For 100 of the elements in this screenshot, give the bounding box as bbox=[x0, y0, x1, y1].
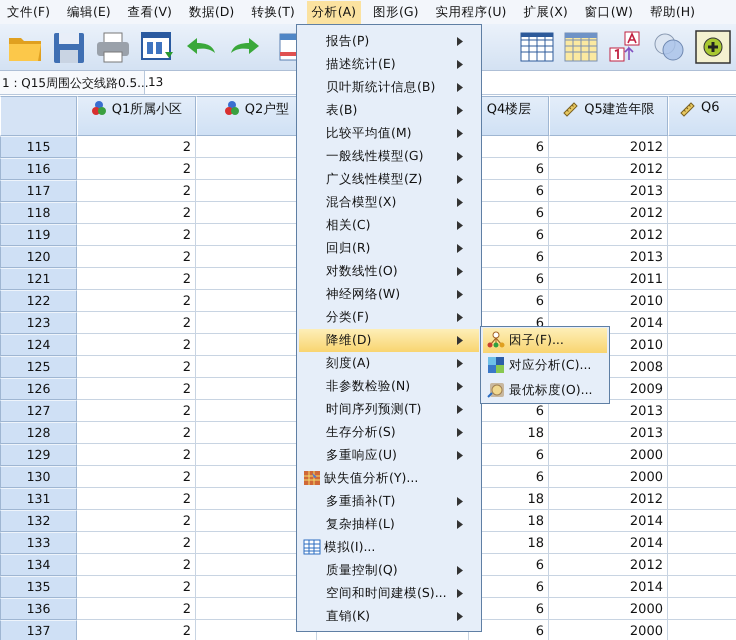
table-cell: 2 bbox=[77, 422, 196, 444]
row-number[interactable]: 124 bbox=[0, 334, 77, 356]
menu-item[interactable]: 图形(G) bbox=[368, 0, 424, 24]
submenu-arrow-icon bbox=[457, 428, 463, 437]
row-number[interactable]: 126 bbox=[0, 378, 77, 400]
row-number[interactable]: 134 bbox=[0, 554, 77, 576]
submenu-arrow-icon bbox=[457, 37, 463, 46]
add-icon[interactable] bbox=[695, 30, 731, 64]
row-number[interactable]: 127 bbox=[0, 400, 77, 422]
table-cell: 2 bbox=[77, 378, 196, 400]
column-header[interactable]: Q1所属小区 bbox=[77, 96, 196, 136]
nominal-icon bbox=[90, 100, 107, 116]
row-number[interactable]: 128 bbox=[0, 422, 77, 444]
grid-icon[interactable] bbox=[563, 30, 599, 64]
menu-item[interactable]: 非参数检验(N) bbox=[299, 375, 479, 398]
menu-item[interactable]: 贝叶斯统计信息(B) bbox=[299, 76, 479, 99]
menu-item[interactable]: 扩展(X) bbox=[518, 0, 573, 24]
table-cell: 2 bbox=[77, 444, 196, 466]
table-cell: 2000 bbox=[549, 598, 668, 620]
submenu-arrow-icon bbox=[457, 175, 463, 184]
submenu-arrow-icon bbox=[457, 106, 463, 115]
row-number[interactable]: 133 bbox=[0, 532, 77, 554]
submenu-arrow-icon bbox=[457, 336, 463, 345]
table-cell: 2 bbox=[77, 532, 196, 554]
row-number[interactable]: 135 bbox=[0, 576, 77, 598]
row-number[interactable]: 132 bbox=[0, 510, 77, 532]
submenu-arrow-icon bbox=[457, 198, 463, 207]
menu-item[interactable]: 文件(F) bbox=[2, 0, 55, 24]
row-number[interactable]: 131 bbox=[0, 488, 77, 510]
submenu-arrow-icon bbox=[457, 244, 463, 253]
table-cell: 2 bbox=[77, 136, 196, 158]
grid-icon[interactable] bbox=[519, 30, 555, 64]
table-cell: 2000 bbox=[549, 466, 668, 488]
menu-item[interactable]: 降维(D) bbox=[299, 329, 479, 352]
row-number[interactable]: 119 bbox=[0, 224, 77, 246]
table-cell: 2 bbox=[77, 158, 196, 180]
row-number[interactable]: 116 bbox=[0, 158, 77, 180]
table-cell: 2013 bbox=[549, 422, 668, 444]
menu-item[interactable]: 因子(F)... bbox=[483, 328, 607, 353]
table-cell: 2014 bbox=[549, 532, 668, 554]
table-cell: 2 bbox=[77, 598, 196, 620]
row-number[interactable]: 125 bbox=[0, 356, 77, 378]
ruler-icon bbox=[679, 100, 696, 117]
menu-item[interactable]: 窗口(W) bbox=[580, 0, 638, 24]
save-icon[interactable] bbox=[51, 30, 87, 64]
row-number[interactable]: 117 bbox=[0, 180, 77, 202]
menu-item[interactable]: 报告(P) bbox=[299, 30, 479, 53]
row-number[interactable]: 122 bbox=[0, 290, 77, 312]
table-cell: 2 bbox=[77, 268, 196, 290]
table-cell: 2 bbox=[77, 202, 196, 224]
submenu-arrow-icon bbox=[457, 566, 463, 575]
grid-icon bbox=[303, 538, 321, 556]
table-cell: 2013 bbox=[549, 246, 668, 268]
menu-item[interactable]: 数据(D) bbox=[184, 0, 240, 24]
menu-item[interactable]: 转换(T) bbox=[246, 0, 300, 24]
table-cell: 2012 bbox=[549, 202, 668, 224]
submenu-arrow-icon bbox=[457, 60, 463, 69]
table-cell: 2012 bbox=[549, 136, 668, 158]
row-number[interactable]: 121 bbox=[0, 268, 77, 290]
column-header[interactable]: Q5建造年限 bbox=[549, 96, 668, 136]
row-number[interactable]: 129 bbox=[0, 444, 77, 466]
submenu-arrow-icon bbox=[457, 612, 463, 621]
table-cell: 2011 bbox=[549, 268, 668, 290]
table-cell: 2 bbox=[77, 576, 196, 598]
table-cell: 2012 bbox=[549, 554, 668, 576]
menu-item[interactable]: 帮助(H) bbox=[644, 0, 700, 24]
table-cell: 2012 bbox=[549, 224, 668, 246]
table-cell: 2 bbox=[77, 488, 196, 510]
row-number[interactable]: 120 bbox=[0, 246, 77, 268]
menu-item[interactable]: 实用程序(U) bbox=[430, 0, 512, 24]
table-cell: 2 bbox=[77, 400, 196, 422]
submenu-arrow-icon bbox=[457, 83, 463, 92]
row-number[interactable]: 130 bbox=[0, 466, 77, 488]
menu-item[interactable]: 刻度(A) bbox=[299, 352, 479, 375]
ruler-icon bbox=[562, 100, 580, 117]
submenu-arrow-icon bbox=[457, 520, 463, 529]
submenu-arrow-icon bbox=[457, 152, 463, 161]
table-cell: 2 bbox=[77, 466, 196, 488]
row-number[interactable]: 136 bbox=[0, 598, 77, 620]
menu-item[interactable]: 分析(A) bbox=[306, 0, 362, 24]
submenu-arrow-icon bbox=[457, 267, 463, 276]
row-number[interactable]: 115 bbox=[0, 136, 77, 158]
row-number[interactable]: 118 bbox=[0, 202, 77, 224]
table-cell: 2010 bbox=[549, 290, 668, 312]
row-number[interactable]: 137 bbox=[0, 620, 77, 640]
table-cell: 2013 bbox=[549, 180, 668, 202]
table-cell: 2000 bbox=[549, 444, 668, 466]
menu-item[interactable]: 描述统计(E) bbox=[299, 53, 479, 76]
column-header[interactable]: Q6 bbox=[668, 96, 736, 136]
tree-icon bbox=[487, 331, 505, 349]
grid-icon bbox=[303, 469, 321, 487]
row-number[interactable]: 123 bbox=[0, 312, 77, 334]
table-cell: 2 bbox=[77, 356, 196, 378]
printer-icon[interactable] bbox=[95, 30, 131, 64]
table-cell: 2014 bbox=[549, 576, 668, 598]
menu-item[interactable]: 编辑(E) bbox=[62, 0, 116, 24]
table-cell: 2 bbox=[77, 334, 196, 356]
menu-item[interactable]: 查看(V) bbox=[122, 0, 177, 24]
table-cell: 2014 bbox=[549, 510, 668, 532]
submenu-arrow-icon bbox=[457, 290, 463, 299]
